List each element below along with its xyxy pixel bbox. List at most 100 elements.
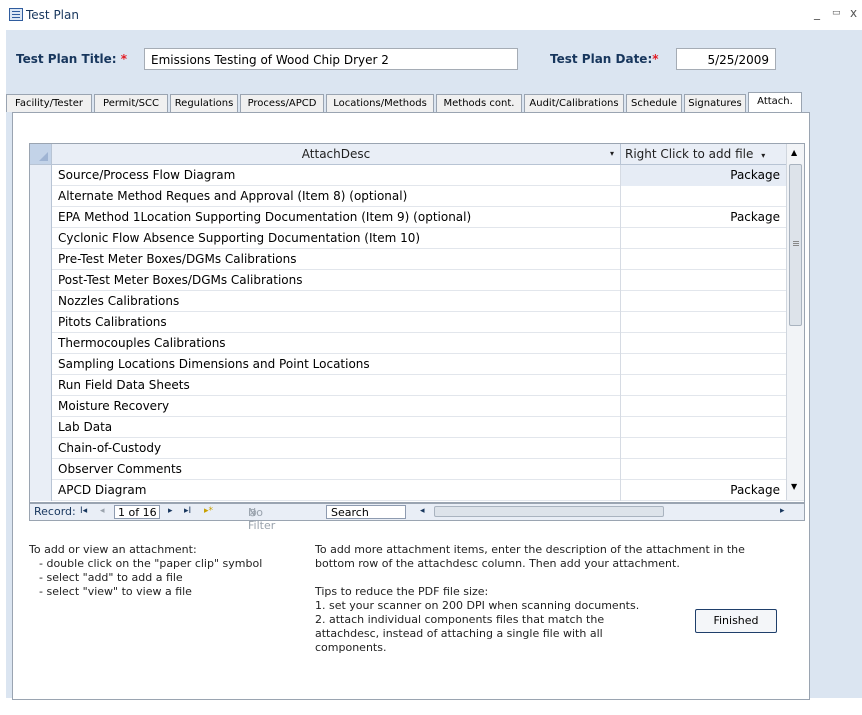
test-plan-title-field[interactable]: Emissions Testing of Wood Chip Dryer 2 — [144, 48, 518, 70]
table-row[interactable]: Run Field Data Sheets — [30, 375, 804, 396]
row-selector[interactable] — [30, 375, 52, 396]
row-selector[interactable] — [30, 207, 52, 228]
attachment-cell[interactable] — [621, 312, 786, 333]
attachment-cell[interactable] — [621, 291, 786, 312]
first-record-button[interactable]: I◂ — [80, 506, 87, 516]
attachment-cell[interactable]: Package — [621, 165, 786, 186]
row-selector[interactable] — [30, 312, 52, 333]
select-all-corner[interactable] — [30, 144, 52, 164]
next-record-button[interactable]: ▸ — [168, 506, 173, 516]
attachdesc-cell[interactable]: Chain-of-Custody — [52, 438, 621, 459]
row-selector[interactable] — [30, 165, 52, 186]
test-plan-date-field[interactable]: 5/25/2009 — [676, 48, 776, 70]
table-row[interactable]: Pitots Calibrations — [30, 312, 804, 333]
row-selector[interactable] — [30, 270, 52, 291]
attachdesc-cell[interactable]: Lab Data — [52, 417, 621, 438]
table-row[interactable]: Moisture Recovery — [30, 396, 804, 417]
attachdesc-cell[interactable]: Moisture Recovery — [52, 396, 621, 417]
table-row[interactable]: Nozzles Calibrations — [30, 291, 804, 312]
row-selector[interactable] — [30, 354, 52, 375]
row-selector[interactable] — [30, 249, 52, 270]
last-record-button[interactable]: ▸I — [184, 506, 191, 516]
column-header-attachment[interactable]: Right Click to add file ▾ — [621, 144, 786, 164]
row-selector[interactable] — [30, 417, 52, 438]
horizontal-scrollbar-thumb[interactable] — [434, 506, 664, 517]
row-selector[interactable] — [30, 228, 52, 249]
attachment-cell[interactable] — [621, 417, 786, 438]
maximize-button[interactable]: ▭ — [832, 8, 841, 18]
row-selector[interactable] — [30, 396, 52, 417]
attachment-cell[interactable] — [621, 459, 786, 480]
attachment-cell[interactable] — [621, 396, 786, 417]
column-dropdown-icon[interactable]: ▾ — [761, 151, 765, 160]
row-selector[interactable] — [30, 459, 52, 480]
attachdesc-cell[interactable]: Post-Test Meter Boxes/DGMs Calibrations — [52, 270, 621, 291]
attachdesc-cell[interactable]: Thermocouples Calibrations — [52, 333, 621, 354]
column-header-attachdesc[interactable]: AttachDesc ▾ — [52, 144, 621, 164]
table-row[interactable]: Lab Data — [30, 417, 804, 438]
tab-schedule[interactable]: Schedule — [626, 94, 682, 112]
attachdesc-cell[interactable]: Pitots Calibrations — [52, 312, 621, 333]
attachdesc-cell[interactable]: Pre-Test Meter Boxes/DGMs Calibrations — [52, 249, 621, 270]
attachment-cell[interactable] — [621, 438, 786, 459]
scroll-left-icon[interactable]: ◂ — [420, 506, 425, 516]
table-row[interactable]: EPA Method 1Location Supporting Document… — [30, 207, 804, 228]
tab-regulations[interactable]: Regulations — [170, 94, 238, 112]
attachdesc-cell[interactable]: EPA Method 1Location Supporting Document… — [52, 207, 621, 228]
new-record-button[interactable]: ▸* — [204, 506, 213, 516]
row-selector[interactable] — [30, 291, 52, 312]
column-dropdown-icon[interactable]: ▾ — [610, 144, 614, 164]
row-selector[interactable] — [30, 480, 52, 501]
attachdesc-cell[interactable]: Observer Comments — [52, 459, 621, 480]
tab-attach[interactable]: Attach. — [748, 92, 802, 113]
current-record-field[interactable]: 1 of 16 — [114, 505, 160, 519]
attachment-cell[interactable] — [621, 249, 786, 270]
scroll-up-icon[interactable]: ▲ — [791, 148, 797, 157]
table-row[interactable]: Post-Test Meter Boxes/DGMs Calibrations — [30, 270, 804, 291]
tab-locations-methods[interactable]: Locations/Methods — [326, 94, 434, 112]
row-selector[interactable] — [30, 333, 52, 354]
table-row[interactable]: Chain-of-Custody — [30, 438, 804, 459]
row-selector[interactable] — [30, 438, 52, 459]
scroll-down-icon[interactable]: ▼ — [791, 482, 797, 491]
attachment-cell[interactable] — [621, 333, 786, 354]
scroll-right-icon[interactable]: ▸ — [780, 506, 785, 516]
table-row[interactable]: Cyclonic Flow Absence Supporting Documen… — [30, 228, 804, 249]
tab-process-apcd[interactable]: Process/APCD — [240, 94, 324, 112]
attachdesc-cell[interactable]: Alternate Method Reques and Approval (It… — [52, 186, 621, 207]
tab-methods-cont[interactable]: Methods cont. — [436, 94, 522, 112]
tab-audit-calibrations[interactable]: Audit/Calibrations — [524, 94, 624, 112]
attachment-cell[interactable] — [621, 375, 786, 396]
attachment-cell[interactable]: Package — [621, 207, 786, 228]
attachdesc-cell[interactable]: Cyclonic Flow Absence Supporting Documen… — [52, 228, 621, 249]
attachment-cell[interactable] — [621, 228, 786, 249]
attachment-cell[interactable] — [621, 186, 786, 207]
table-row[interactable]: Thermocouples Calibrations — [30, 333, 804, 354]
table-row[interactable]: APCD Diagram Package — [30, 480, 804, 501]
minimize-button[interactable]: _ — [814, 6, 820, 20]
attachdesc-cell[interactable]: Run Field Data Sheets — [52, 375, 621, 396]
prev-record-button[interactable]: ◂ — [100, 506, 105, 516]
attachment-cell[interactable]: Package — [621, 480, 786, 501]
scrollbar-thumb[interactable] — [789, 164, 802, 326]
attachment-cell[interactable] — [621, 354, 786, 375]
attachment-cell[interactable] — [621, 270, 786, 291]
attachdesc-cell[interactable]: Sampling Locations Dimensions and Point … — [52, 354, 621, 375]
tab-facility-tester[interactable]: Facility/Tester — [6, 94, 92, 112]
tab-permit-scc[interactable]: Permit/SCC — [94, 94, 168, 112]
attachdesc-cell[interactable]: Source/Process Flow Diagram — [52, 165, 621, 186]
row-selector[interactable] — [30, 186, 52, 207]
table-row[interactable]: Source/Process Flow Diagram Package — [30, 165, 804, 186]
table-row[interactable]: Alternate Method Reques and Approval (It… — [30, 186, 804, 207]
tip-line: 1. set your scanner on 200 DPI when scan… — [315, 599, 640, 612]
table-row[interactable]: Pre-Test Meter Boxes/DGMs Calibrations — [30, 249, 804, 270]
finished-button[interactable]: Finished — [695, 609, 777, 633]
table-row[interactable]: Sampling Locations Dimensions and Point … — [30, 354, 804, 375]
close-button[interactable]: x — [850, 6, 857, 20]
attachdesc-cell[interactable]: Nozzles Calibrations — [52, 291, 621, 312]
tab-signatures[interactable]: Signatures — [684, 94, 746, 112]
search-input[interactable]: Search — [326, 505, 406, 519]
table-row[interactable]: Observer Comments — [30, 459, 804, 480]
attachdesc-cell[interactable]: APCD Diagram — [52, 480, 621, 501]
vertical-scrollbar[interactable]: ▲ ▼ — [786, 144, 804, 500]
